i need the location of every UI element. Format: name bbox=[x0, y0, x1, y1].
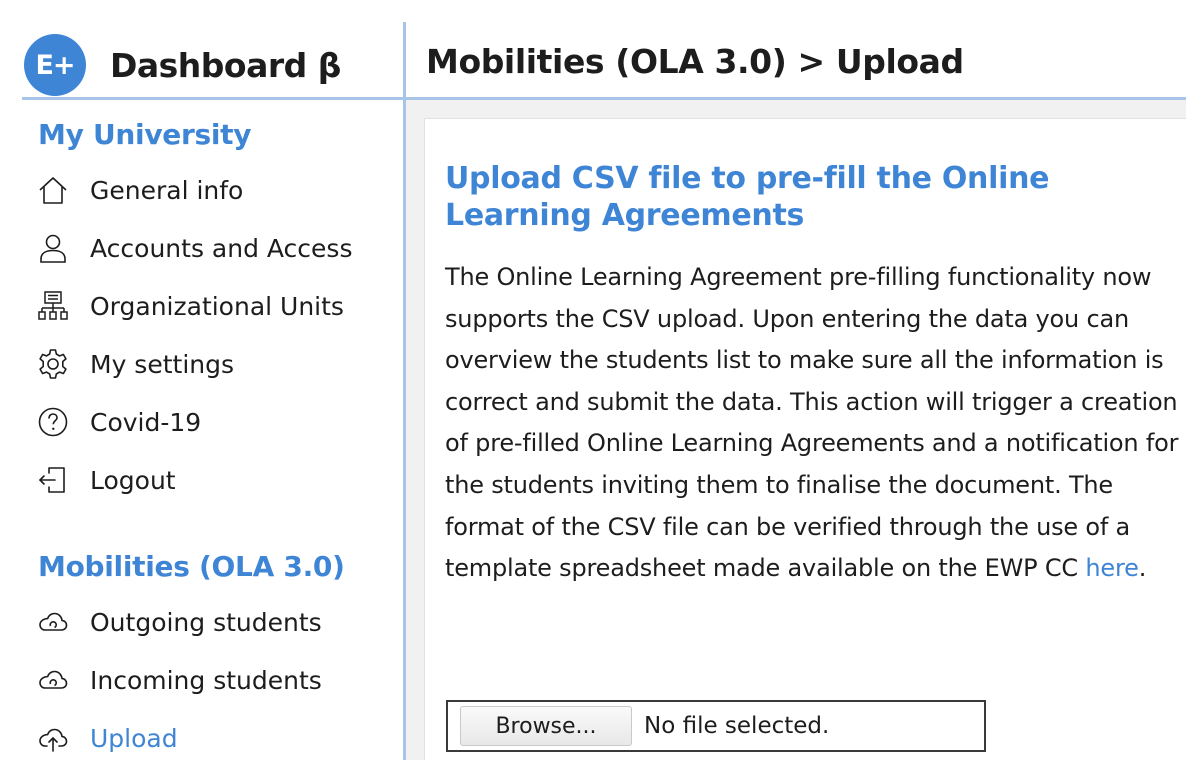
section-title-mobilities: Mobilities (OLA 3.0) bbox=[38, 550, 345, 583]
home-icon bbox=[36, 173, 70, 207]
sidebar-item-label: Incoming students bbox=[90, 665, 322, 695]
brand-divider bbox=[22, 97, 405, 100]
app-title: Dashboard β bbox=[110, 45, 341, 85]
description-body: The Online Learning Agreement pre-fillin… bbox=[445, 263, 1179, 583]
sidebar-item-upload[interactable]: Upload bbox=[36, 718, 396, 758]
sidebar-item-label: My settings bbox=[90, 349, 235, 379]
description-text: The Online Learning Agreement pre-fillin… bbox=[445, 257, 1186, 590]
cloud-upload-icon bbox=[36, 721, 70, 755]
sidebar-item-label: Accounts and Access bbox=[90, 233, 353, 263]
sidebar-item-label: Upload bbox=[90, 723, 178, 753]
sidebar-item-my-settings[interactable]: My settings bbox=[36, 344, 396, 384]
sidebar-item-outgoing-students[interactable]: Outgoing students bbox=[36, 602, 396, 642]
cloud-icon bbox=[36, 605, 70, 639]
sidebar-item-organizational-units[interactable]: Organizational Units bbox=[36, 286, 396, 326]
sidebar-item-label: Logout bbox=[90, 465, 176, 495]
sidebar-item-logout[interactable]: Logout bbox=[36, 460, 396, 500]
user-icon bbox=[36, 231, 70, 265]
sidebar-item-label: Covid-19 bbox=[90, 407, 202, 437]
template-link[interactable]: here bbox=[1085, 554, 1138, 582]
app: E+ Dashboard β My University General inf… bbox=[0, 0, 1186, 760]
file-status: No file selected. bbox=[644, 713, 830, 739]
brand[interactable]: E+ Dashboard β bbox=[24, 34, 394, 96]
sidebar-item-label: Outgoing students bbox=[90, 607, 322, 637]
sidebar-item-general-info[interactable]: General info bbox=[36, 170, 396, 210]
org-chart-icon bbox=[36, 289, 70, 323]
question-circle-icon bbox=[36, 405, 70, 439]
section-title-my-university: My University bbox=[38, 118, 252, 151]
section-heading: Upload CSV file to pre-fill the Online L… bbox=[445, 161, 1050, 233]
sidebar-item-accounts-and-access[interactable]: Accounts and Access bbox=[36, 228, 396, 268]
gear-icon bbox=[36, 347, 70, 381]
page-title: Mobilities (OLA 3.0) > Upload bbox=[426, 42, 964, 81]
cloud-icon bbox=[36, 663, 70, 697]
sidebar-item-label: Organizational Units bbox=[90, 291, 344, 321]
csv-file-input[interactable]: Browse... No file selected. bbox=[446, 700, 986, 752]
sidebar: E+ Dashboard β My University General inf… bbox=[0, 0, 405, 760]
sidebar-item-incoming-students[interactable]: Incoming students bbox=[36, 660, 396, 700]
logout-icon bbox=[36, 463, 70, 497]
description-end: . bbox=[1138, 554, 1147, 583]
logo: E+ bbox=[24, 34, 86, 96]
sidebar-item-covid-19[interactable]: Covid-19 bbox=[36, 402, 396, 442]
browse-button[interactable]: Browse... bbox=[460, 706, 632, 746]
sidebar-item-label: General info bbox=[90, 175, 244, 205]
